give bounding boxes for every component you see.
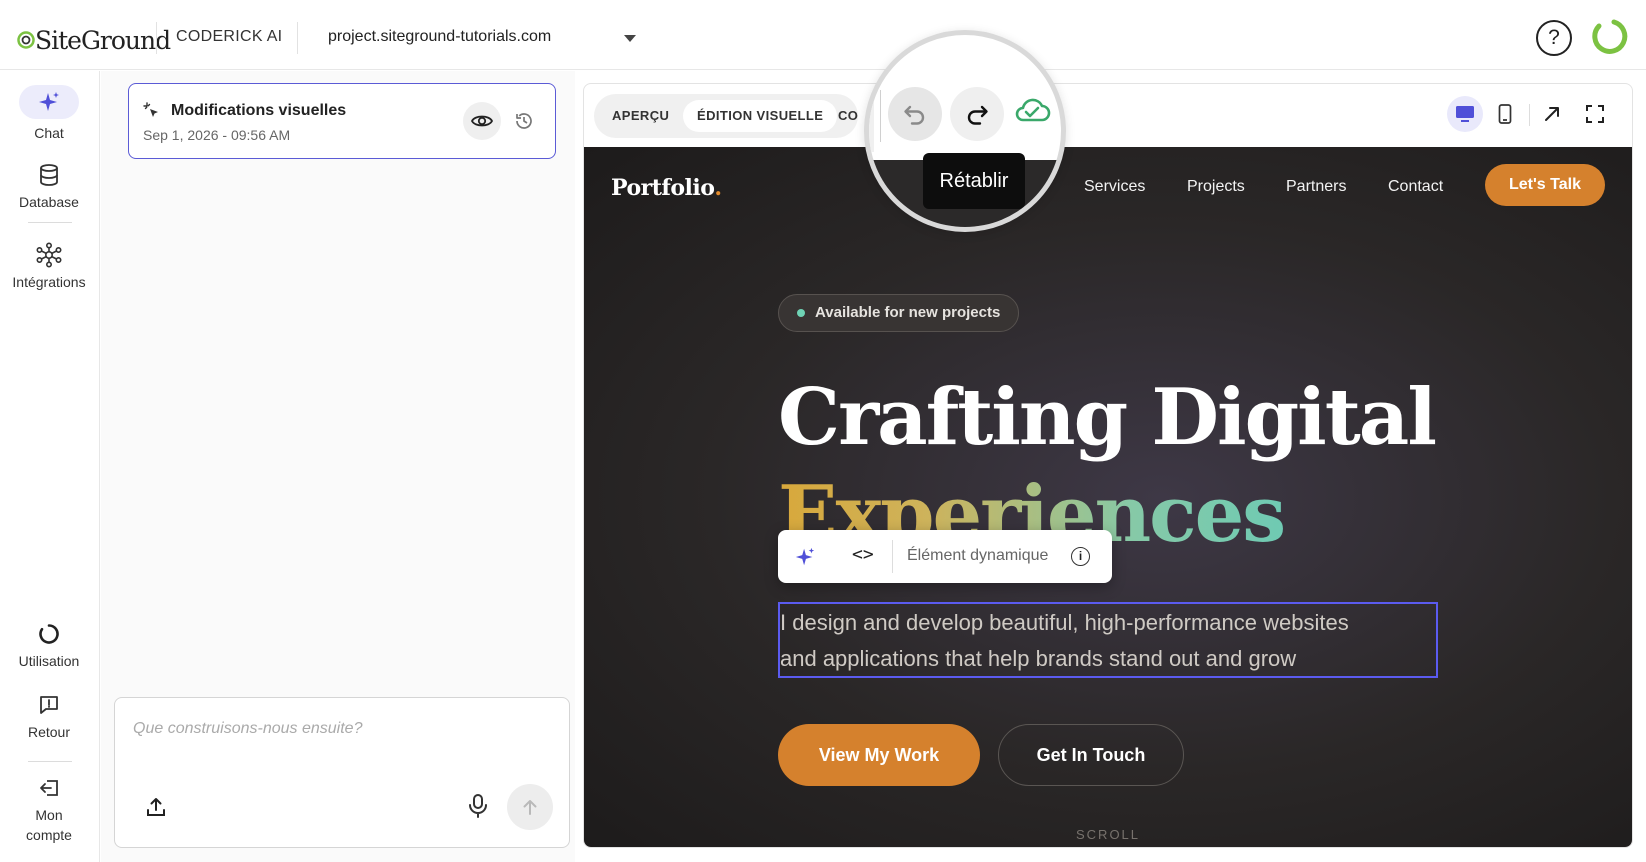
desktop-icon [1456, 106, 1474, 122]
fullscreen-button[interactable] [1577, 96, 1613, 132]
hero-headline[interactable]: Crafting Digital [778, 372, 1437, 463]
question-icon: ? [1548, 26, 1560, 49]
redo-button[interactable] [950, 87, 1004, 141]
sidebar-item-label: Retour [27, 724, 71, 740]
sidebar-item-chat[interactable]: Chat [0, 85, 98, 143]
arrow-up-icon [523, 800, 537, 815]
history-icon [516, 113, 532, 129]
tab-apercu[interactable]: APERÇU [598, 100, 683, 132]
sidebar-item-integrations[interactable]: Intégrations [0, 242, 98, 292]
fullscreen-icon [1586, 105, 1604, 123]
description-line: and applications that help brands stand … [780, 646, 1297, 671]
feedback-icon [36, 692, 62, 718]
sidebar-item-feedback[interactable]: Retour [0, 692, 98, 742]
divider [297, 22, 298, 54]
get-in-touch-button[interactable]: Get In Touch [998, 724, 1184, 786]
status-dot [797, 309, 805, 317]
sidebar-item-label: Mon compte [26, 807, 72, 843]
siteground-account-icon[interactable] [1590, 18, 1628, 56]
history-card-title: Modifications visuelles [171, 102, 347, 119]
undo-button[interactable] [888, 87, 942, 141]
scroll-indicator: SCROLL [1076, 827, 1141, 842]
divider [880, 90, 881, 142]
history-card-date: Sep 1, 2026 - 09:56 AM [143, 127, 291, 143]
desktop-view-button[interactable] [1447, 96, 1483, 132]
app-name: CODERICK AI [176, 28, 283, 45]
send-button[interactable] [507, 784, 553, 830]
selected-text-element[interactable]: I design and develop beautiful, high-per… [778, 602, 1438, 678]
logo-text: SiteGround [35, 25, 171, 55]
sidebar-item-label: Database [19, 194, 79, 210]
sidebar-item-usage[interactable]: Utilisation [0, 621, 98, 671]
cloud-saved-icon[interactable] [1012, 90, 1052, 130]
project-name: project.siteground-tutorials.com [328, 28, 552, 45]
ai-sparkle-icon[interactable] [794, 546, 816, 568]
project-selector[interactable]: project.siteground-tutorials.com [328, 28, 551, 46]
code-icon[interactable]: <> [852, 544, 874, 565]
divider [28, 222, 72, 223]
divider [28, 761, 72, 762]
dynamic-element-label: Élément dynamique [907, 547, 1049, 564]
sidebar-item-label: Utilisation [18, 653, 80, 669]
magic-cursor-icon [143, 102, 158, 117]
mobile-icon [1498, 104, 1512, 124]
integrations-icon [36, 242, 62, 268]
view-my-work-button[interactable]: View My Work [778, 724, 980, 786]
divider [156, 22, 157, 54]
prompt-input[interactable]: Que construisons-nous ensuite? [133, 720, 362, 738]
siteground-logo[interactable]: SiteGround [17, 24, 171, 56]
website-preview: Portfolio. Services Projects Partners Co… [584, 147, 1632, 847]
sidebar-item-label: Chat [34, 125, 64, 141]
restore-version-button[interactable] [505, 102, 543, 140]
undo-icon [904, 105, 925, 125]
account-icon [36, 775, 62, 801]
sidebar-item-database[interactable]: Database [0, 162, 98, 212]
availability-badge: Available for new projects [778, 294, 1020, 332]
sidebar: Chat Database Intégrations Utilisation R… [0, 71, 100, 862]
site-brand[interactable]: Portfolio. [611, 175, 722, 201]
availability-text: Available for new projects [815, 304, 1001, 321]
eye-icon [471, 115, 493, 127]
nav-services[interactable]: Services [1084, 178, 1145, 196]
description-line: I design and develop beautiful, high-per… [780, 610, 1349, 635]
top-bar: SiteGround CODERICK AI project.sitegroun… [0, 6, 1646, 70]
open-external-button[interactable] [1534, 96, 1570, 132]
arrow-up-right-icon [1545, 107, 1559, 121]
brand-text: Portfolio [611, 175, 715, 201]
info-icon[interactable]: i [1071, 547, 1090, 566]
sparkle-icon [19, 85, 79, 119]
microphone-icon[interactable] [465, 792, 491, 820]
mode-tabs: APERÇU ÉDITION VISUELLE CO [594, 94, 858, 138]
lets-talk-button[interactable]: Let's Talk [1485, 164, 1605, 206]
preview-version-button[interactable] [463, 102, 501, 140]
nav-contact[interactable]: Contact [1388, 178, 1443, 196]
sidebar-item-account[interactable]: Mon compte [0, 775, 98, 845]
help-button[interactable]: ? [1536, 20, 1572, 56]
sidebar-item-label: Intégrations [12, 274, 86, 290]
magnifier-callout: Rétablir [864, 30, 1066, 232]
redo-tooltip: Rétablir [923, 153, 1025, 209]
nav-partners[interactable]: Partners [1286, 178, 1346, 196]
prompt-composer[interactable]: Que construisons-nous ensuite? [114, 697, 570, 848]
divider [892, 540, 893, 573]
siteground-logo-icon [17, 31, 35, 49]
preview-panel: APERÇU ÉDITION VISUELLE CO Portfolio. Se… [583, 83, 1633, 848]
brand-dot: . [714, 175, 722, 201]
upload-icon[interactable] [143, 794, 169, 820]
redo-icon [967, 105, 988, 125]
database-icon [36, 162, 62, 188]
divider [1529, 104, 1530, 126]
usage-icon [36, 621, 62, 647]
mobile-view-button[interactable] [1487, 96, 1523, 132]
chevron-down-icon[interactable] [624, 35, 636, 42]
tab-edition-visuelle[interactable]: ÉDITION VISUELLE [683, 100, 838, 132]
element-toolbar: <> Élément dynamique i [778, 530, 1112, 583]
history-card[interactable]: Modifications visuelles Sep 1, 2026 - 09… [128, 83, 556, 159]
nav-projects[interactable]: Projects [1187, 178, 1245, 196]
